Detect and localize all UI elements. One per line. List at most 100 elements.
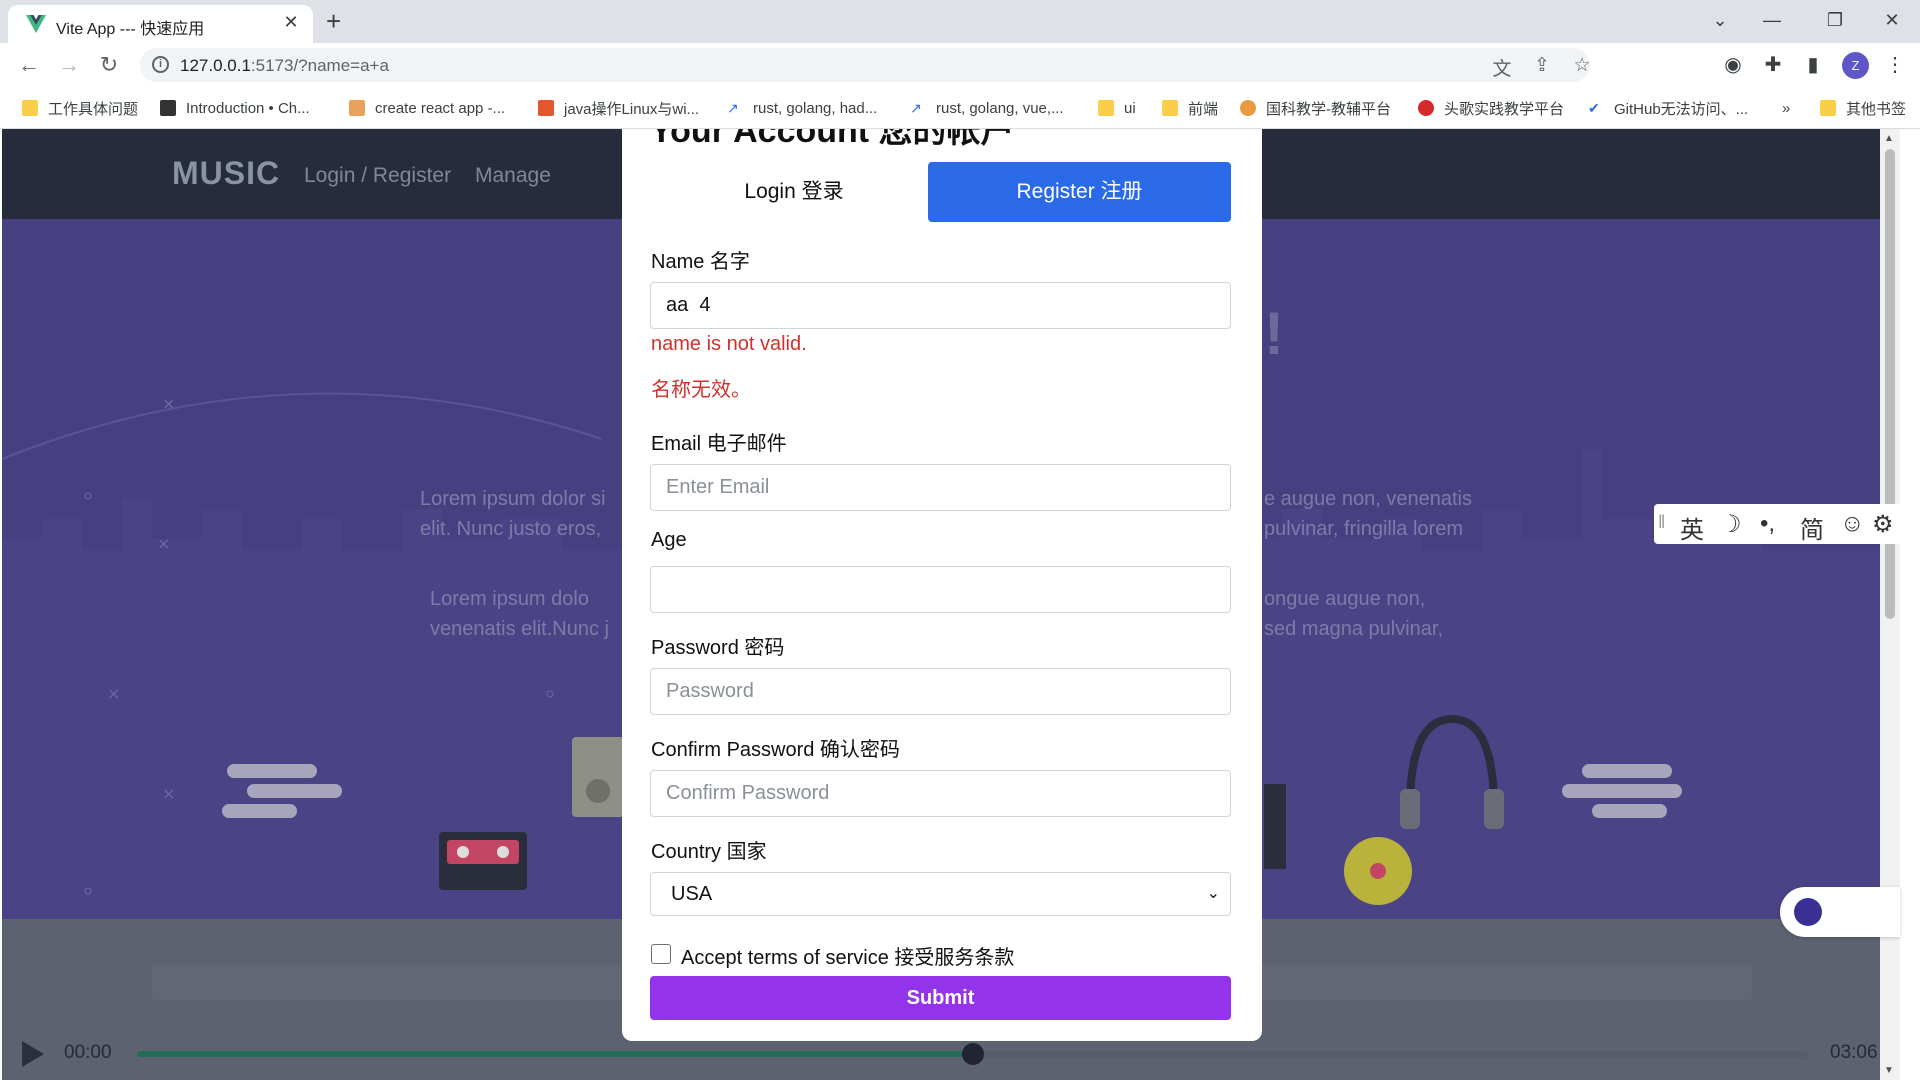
bookmark-item[interactable]: ↗ rust, golang, vue,...: [910, 95, 1064, 121]
tab-login[interactable]: Login 登录: [650, 162, 938, 222]
play-icon[interactable]: [22, 1041, 44, 1067]
bookmark-item[interactable]: create react app -...: [349, 95, 505, 121]
age-field[interactable]: [650, 566, 1231, 613]
name-label: Name 名字: [651, 251, 750, 273]
share-icon[interactable]: ⇪: [1530, 54, 1554, 77]
tab-register[interactable]: Register 注册: [928, 162, 1231, 222]
chevron-down-icon: ⌄: [1206, 885, 1220, 902]
svg-text:×: ×: [162, 784, 175, 803]
password-field[interactable]: [650, 668, 1231, 715]
bookmark-label: 国科教学-教辅平台: [1266, 100, 1391, 118]
assistant-face-icon: [1794, 898, 1822, 926]
forward-icon[interactable]: →: [55, 52, 83, 78]
new-tab-icon[interactable]: +: [326, 6, 341, 36]
tos-label[interactable]: Accept terms of service 接受服务条款: [681, 941, 1014, 970]
hero-line: pulvinar, fringilla lorem: [1264, 518, 1463, 540]
folder-icon: [1098, 100, 1114, 116]
progress-slider[interactable]: [137, 1043, 1809, 1065]
bookmark-item[interactable]: ✔ GitHub无法访问、...: [1588, 95, 1748, 121]
nav-login-register[interactable]: Login / Register: [304, 164, 451, 188]
bookmark-item[interactable]: 前端: [1162, 95, 1218, 121]
bookmark-item[interactable]: Introduction • Ch...: [160, 95, 310, 121]
country-label: Country 国家: [651, 841, 767, 863]
hero-paragraph: ongue augue non, sed magna pulvinar,: [1264, 584, 1443, 644]
hero-paragraph: Lorem ipsum dolo venenatis elit.Nunc j: [430, 584, 609, 644]
bookmark-item[interactable]: java操作Linux与wi...: [538, 95, 699, 121]
email-field[interactable]: [650, 464, 1231, 511]
site-info-icon[interactable]: i: [152, 56, 169, 73]
site-icon: [1240, 100, 1256, 116]
trend-icon: ↗: [910, 100, 926, 116]
svg-text:×: ×: [107, 684, 120, 703]
profile-avatar[interactable]: Z: [1842, 52, 1869, 79]
svg-text:×: ×: [162, 394, 175, 413]
bookmark-label: java操作Linux与wi...: [564, 100, 700, 118]
site-icon: [160, 100, 176, 116]
reload-icon[interactable]: ↻: [95, 52, 123, 78]
extensions-puzzle-icon[interactable]: ✚: [1760, 53, 1786, 77]
minimize-icon[interactable]: —: [1752, 6, 1792, 34]
vite-vue-icon: [26, 15, 46, 33]
nav-manage[interactable]: Manage: [475, 164, 551, 188]
country-value: USA: [671, 883, 713, 905]
restore-icon[interactable]: ❐: [1815, 6, 1855, 34]
country-select[interactable]: USA ⌄: [650, 872, 1231, 916]
tab-title: Vite App --- 快速应用: [56, 21, 205, 38]
more-bookmarks-icon[interactable]: »: [1782, 95, 1790, 121]
close-window-icon[interactable]: ✕: [1872, 6, 1912, 34]
side-panel-icon[interactable]: ▮: [1800, 53, 1826, 77]
browser-toolbar: ← → ↻ i 127.0.0.1:5173/?name=a+a 文 ⇪ ☆ ◉…: [0, 43, 1920, 87]
scroll-thumb[interactable]: [1885, 149, 1895, 619]
hero-line: Lorem ipsum dolo: [430, 588, 589, 610]
tos-checkbox[interactable]: [651, 944, 671, 964]
submit-button[interactable]: Submit: [650, 976, 1231, 1020]
emoji-icon[interactable]: ☺: [1840, 510, 1865, 538]
bookmark-label: 其他书签: [1846, 100, 1907, 118]
browser-tab[interactable]: Vite App --- 快速应用 ✕: [8, 5, 313, 43]
punctuation-icon[interactable]: •,: [1760, 510, 1775, 538]
extension-face-icon[interactable]: ◉: [1720, 53, 1746, 77]
back-icon[interactable]: ←: [15, 52, 43, 78]
confirm-password-field[interactable]: [650, 770, 1231, 817]
current-time: 00:00: [64, 1042, 112, 1063]
gear-icon[interactable]: ⚙: [1872, 510, 1894, 539]
page-scrollbar[interactable]: ▲ ▼: [1880, 129, 1900, 1080]
tab-strip: Vite App --- 快速应用 ✕ + ⌄ — ❐ ✕: [0, 0, 1920, 43]
progress-thumb[interactable]: [962, 1043, 984, 1065]
scroll-up-icon[interactable]: ▲: [1884, 133, 1894, 144]
ime-simplified-toggle[interactable]: 简: [1800, 510, 1824, 545]
ime-language-toggle[interactable]: 英: [1680, 510, 1704, 545]
other-bookmarks[interactable]: 其他书签: [1820, 95, 1906, 121]
url-path: :5173/?name=a+a: [250, 56, 389, 75]
drag-handle-icon[interactable]: ‖: [1658, 512, 1665, 533]
moon-icon[interactable]: ☽: [1720, 510, 1742, 539]
auth-modal: Your Account 您的帐户 Login 登录 Register 注册 N…: [622, 129, 1262, 1041]
bookmark-item[interactable]: ui: [1098, 95, 1136, 121]
bookmark-item[interactable]: 工作具体问题: [22, 95, 138, 121]
hero-paragraph: e augue non, venenatis pulvinar, fringil…: [1264, 484, 1472, 544]
brand-logo[interactable]: MUSIC: [172, 155, 280, 192]
name-field[interactable]: [650, 282, 1231, 329]
email-label: Email 电子邮件: [651, 433, 787, 455]
close-tab-icon[interactable]: ✕: [280, 12, 302, 33]
bookmark-star-icon[interactable]: ☆: [1570, 54, 1594, 77]
bookmark-label: create react app -...: [375, 99, 506, 117]
url-text[interactable]: 127.0.0.1:5173/?name=a+a: [180, 56, 389, 76]
translate-icon[interactable]: 文: [1490, 54, 1514, 81]
bookmark-item[interactable]: 国科教学-教辅平台: [1240, 95, 1391, 121]
address-bar[interactable]: i 127.0.0.1:5173/?name=a+a 文 ⇪ ☆: [140, 48, 1591, 82]
bookmark-item[interactable]: ↗ rust, golang, had...: [727, 95, 877, 121]
assistant-widget[interactable]: [1780, 887, 1900, 937]
scroll-down-icon[interactable]: ▼: [1884, 1065, 1894, 1076]
svg-text:×: ×: [157, 534, 170, 553]
bookmark-item[interactable]: 头歌实践教学平台: [1418, 95, 1564, 121]
trend-icon: ↗: [727, 100, 743, 116]
bookmark-label: rust, golang, had...: [753, 99, 878, 117]
folder-icon: [1820, 100, 1836, 116]
menu-kebab-icon[interactable]: ⋮: [1882, 53, 1908, 77]
tab-search-icon[interactable]: ⌄: [1700, 6, 1740, 34]
progress-fill: [137, 1051, 973, 1057]
url-host: 127.0.0.1: [180, 56, 251, 75]
bookmarks-bar: 工作具体问题 Introduction • Ch... create react…: [0, 87, 1920, 129]
bookmark-label: GitHub无法访问、...: [1614, 100, 1749, 118]
